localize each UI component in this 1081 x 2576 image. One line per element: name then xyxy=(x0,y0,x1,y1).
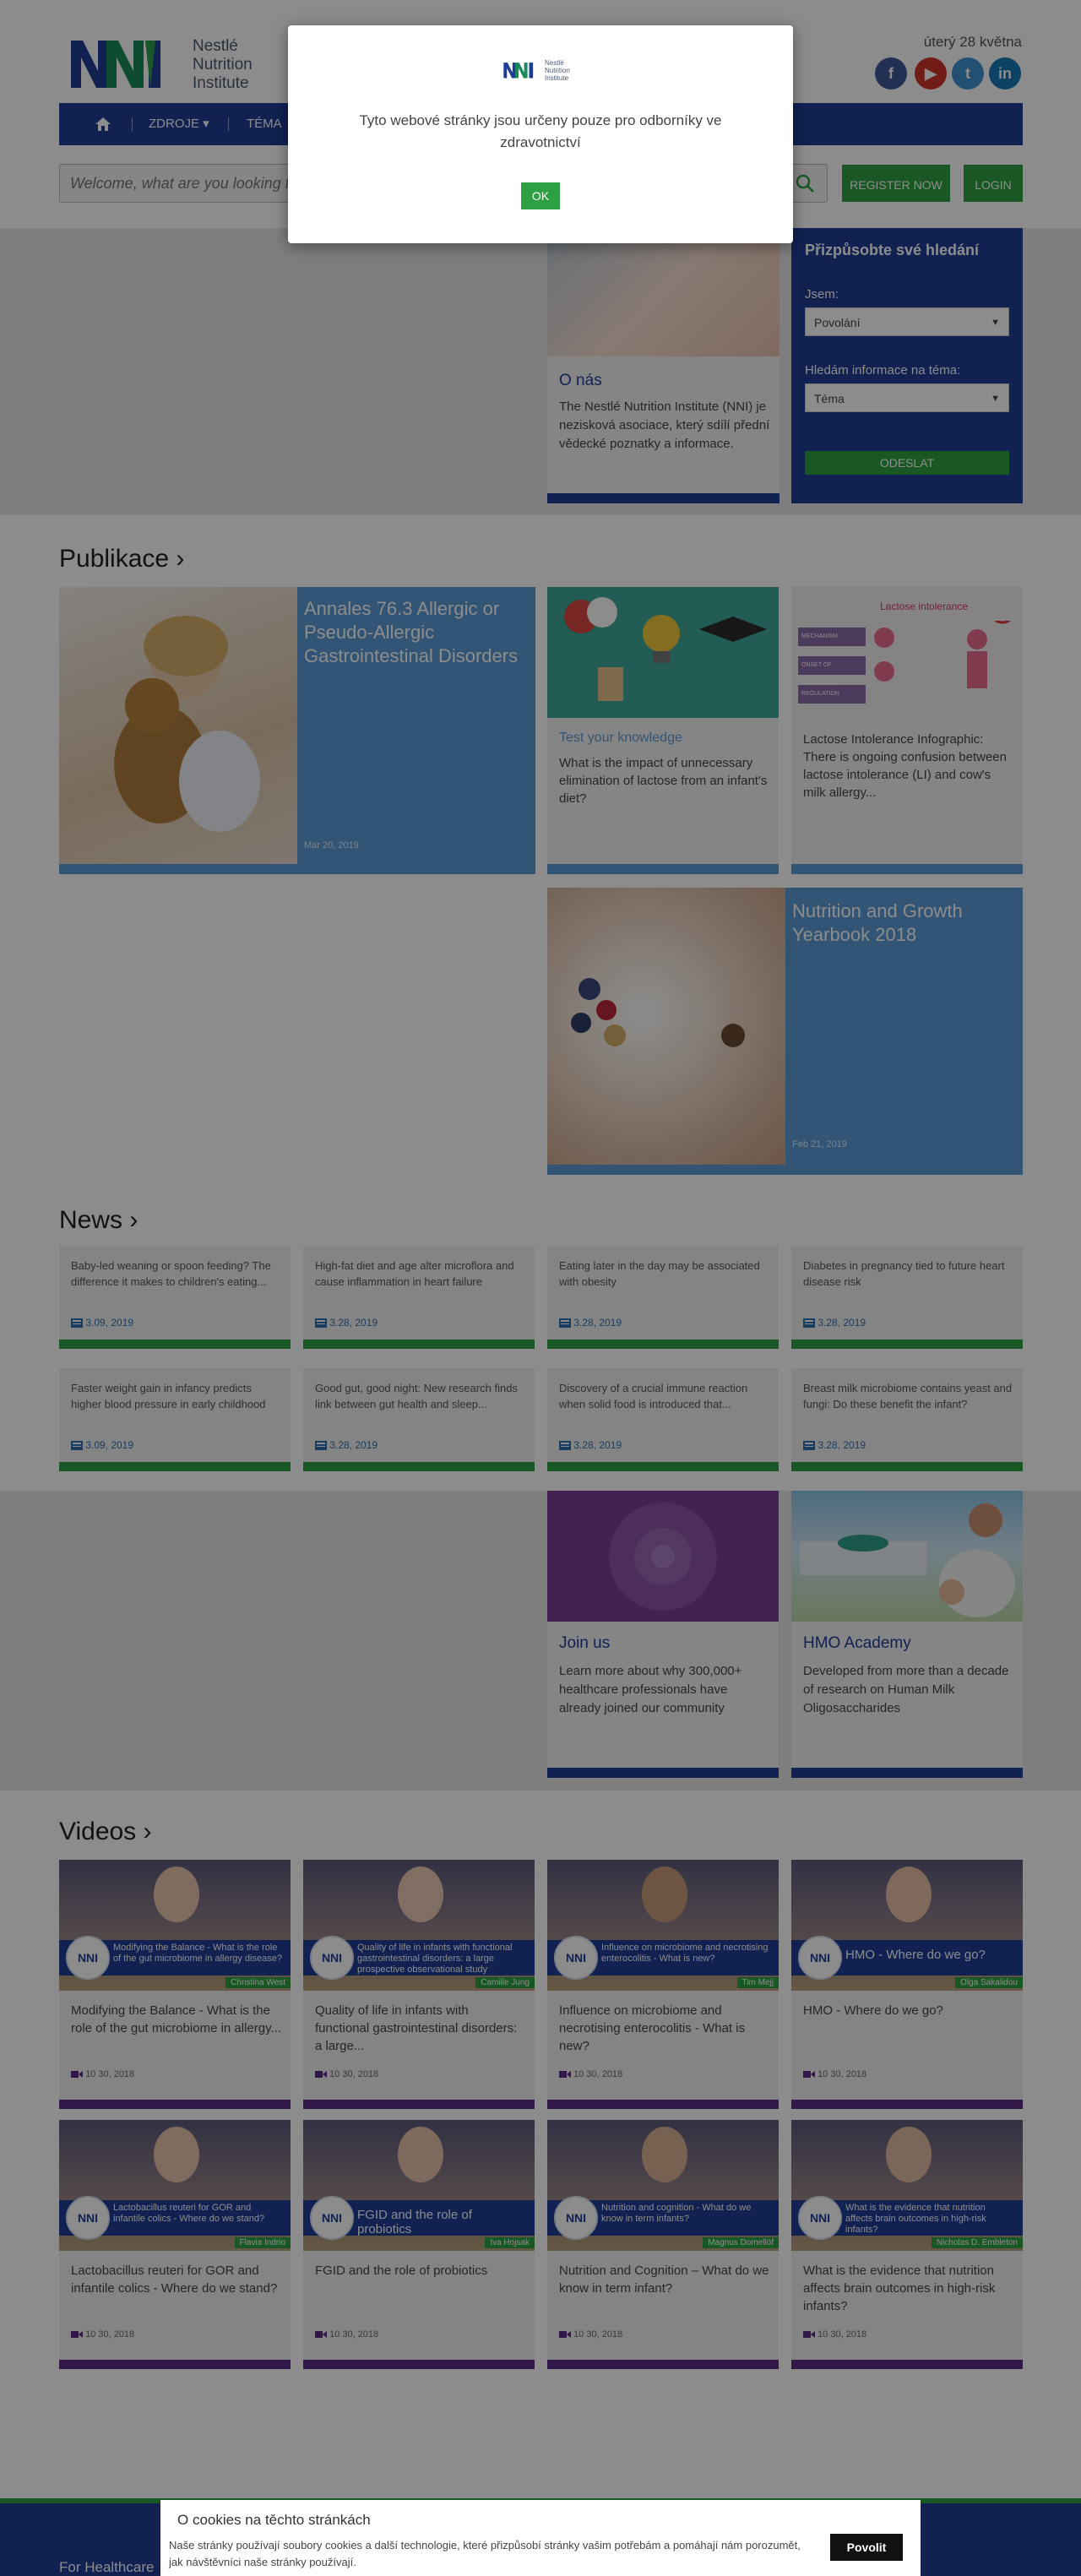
cookie-banner: O cookies na těchto stránkách Naše strán… xyxy=(160,2500,921,2576)
hcp-modal: Nestlé Nutrition Institute Tyto webové s… xyxy=(288,25,793,243)
modal-logo-line: Nestlé xyxy=(545,59,564,67)
ok-button[interactable]: OK xyxy=(521,182,560,209)
nni-logo-icon xyxy=(503,62,534,79)
modal-backdrop[interactable] xyxy=(0,0,1081,2576)
cookie-title: O cookies na těchto stránkách xyxy=(177,2512,371,2528)
allow-cookies-button[interactable]: Povolit xyxy=(830,2534,903,2561)
modal-logo-text: Nestlé Nutrition Institute xyxy=(545,59,570,82)
modal-message: Tyto webové stránky jsou určeny pouze pr… xyxy=(359,112,722,150)
modal-logo: Nestlé Nutrition Institute xyxy=(502,57,587,83)
cookie-text: Naše stránky používají soubory cookies a… xyxy=(169,2539,801,2568)
modal-logo-line: Institute xyxy=(545,74,569,82)
modal-logo-line: Nutrition xyxy=(545,67,570,74)
